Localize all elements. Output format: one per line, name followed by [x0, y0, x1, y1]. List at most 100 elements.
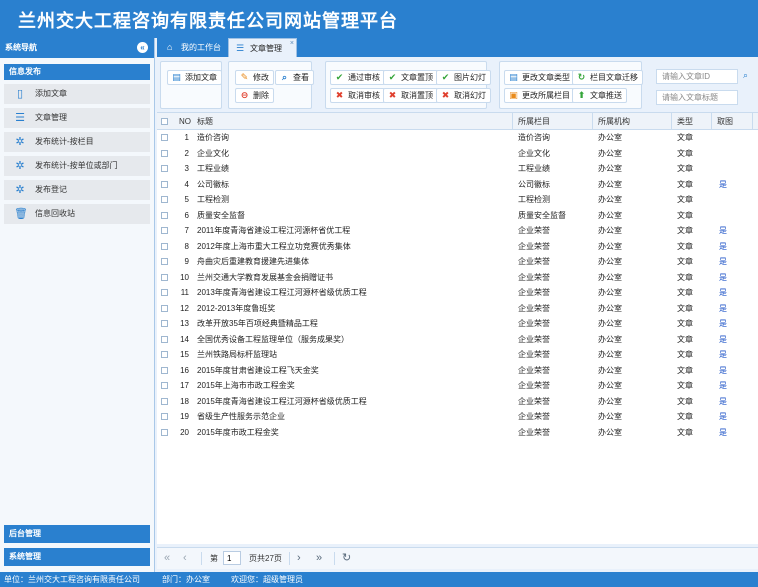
row-checkbox[interactable] — [161, 211, 168, 219]
change-column-button[interactable]: ▣ 更改所属栏目 — [504, 88, 575, 103]
row-checkbox[interactable] — [161, 227, 168, 234]
table-row[interactable]: 17 2015年上海市市政工程金奖 企业荣誉 办公室 文章 是 — [157, 378, 758, 394]
sidebar-group-info[interactable]: 信息发布 — [4, 64, 150, 80]
cell-no: 3 — [184, 164, 189, 173]
sidebar-item-label: 信息回收站 — [35, 209, 75, 218]
table-row[interactable]: 19 省级生产性服务示范企业 企业荣誉 办公室 文章 是 — [157, 409, 758, 425]
page-number-input[interactable] — [223, 551, 241, 565]
cell-image: 是 — [719, 350, 727, 359]
cell-image: 是 — [719, 241, 727, 251]
table-row[interactable]: 6 质量安全监督 质量安全监督 办公室 文章 — [157, 208, 758, 224]
row-checkbox[interactable] — [161, 428, 168, 436]
row-checkbox[interactable] — [161, 289, 168, 296]
last-page-icon[interactable]: » — [316, 552, 322, 565]
row-checkbox[interactable] — [161, 366, 168, 374]
cell-title: 兰州交通大学教育发展基金会捐赠证书 — [197, 272, 333, 282]
table-row[interactable]: 7 2011年度青海省建设工程江河源杯省优工程 企业荣誉 办公室 文章 是 — [157, 223, 758, 239]
row-checkbox[interactable] — [161, 242, 168, 250]
tab-article-manage[interactable]: ☰ 文章管理 × — [228, 38, 297, 57]
next-page-icon[interactable]: › — [297, 552, 301, 565]
cell-no: 2 — [184, 148, 189, 158]
sidebar: 系统导航 « 信息发布 ▯ 添加文章 ☰ 文章管理 ✲ 发布统计-按栏目 ✲ 发… — [0, 38, 155, 572]
cancel-slide-button[interactable]: ✖ 取消幻灯 — [436, 88, 491, 103]
row-checkbox[interactable] — [161, 196, 168, 203]
header-column[interactable]: 所属栏目 — [518, 113, 550, 129]
header-type[interactable]: 类型 — [677, 113, 693, 129]
table-row[interactable]: 8 2012年度上海市重大工程立功竞赛优秀集体 企业荣誉 办公室 文章 是 — [157, 239, 758, 255]
cell-column: 企业荣誉 — [518, 350, 550, 359]
edit-button[interactable]: ✎ 修改 — [235, 70, 274, 85]
row-checkbox[interactable] — [161, 258, 168, 265]
row-checkbox[interactable] — [161, 165, 168, 172]
search-id-input[interactable] — [656, 69, 738, 84]
sidebar-item-stats-column[interactable]: ✲ 发布统计-按栏目 — [4, 132, 150, 152]
select-all-checkbox[interactable] — [161, 118, 168, 125]
row-checkbox[interactable] — [161, 149, 168, 157]
table-row[interactable]: 4 公司徽标 公司徽标 办公室 文章 是 — [157, 177, 758, 193]
change-type-button[interactable]: ▤ 更改文章类型 — [504, 70, 575, 85]
cell-column: 企业荣誉 — [518, 396, 550, 406]
row-checkbox[interactable] — [161, 413, 168, 420]
table-row[interactable]: 3 工程业绩 工程业绩 办公室 文章 — [157, 161, 758, 177]
sidebar-item-recycle-bin[interactable]: 🗑 信息回收站 — [4, 204, 150, 224]
push-button[interactable]: ⬆ 文章推送 — [572, 88, 627, 103]
header-image[interactable]: 取图 — [717, 113, 733, 129]
cancel-top-button[interactable]: ✖ 取消置顶 — [383, 88, 438, 103]
row-checkbox[interactable] — [161, 134, 168, 141]
cell-image: 是 — [719, 396, 727, 406]
sidebar-item-stats-dept[interactable]: ✲ 发布统计-按单位或部门 — [4, 156, 150, 176]
row-checkbox[interactable] — [161, 273, 168, 281]
row-checkbox[interactable] — [161, 397, 168, 405]
table-row[interactable]: 1 造价咨询 造价咨询 办公室 文章 — [157, 130, 758, 146]
view-button[interactable]: ⌕ 查看 — [275, 70, 314, 85]
sidebar-group-backend[interactable]: 后台管理 — [4, 525, 150, 543]
cell-title: 2015年度青海省建设工程江河源杯省级优质工程 — [197, 396, 367, 406]
search-icon[interactable]: ⌕ — [743, 70, 748, 81]
table-row[interactable]: 20 2015年度市政工程金奖 企业荣誉 办公室 文章 是 — [157, 425, 758, 441]
table-row[interactable]: 13 改革开放35年百项经典暨精品工程 企业荣誉 办公室 文章 是 — [157, 316, 758, 332]
table-row[interactable]: 12 2012-2013年度鲁班奖 企业荣誉 办公室 文章 是 — [157, 301, 758, 317]
cell-title: 2012年度上海市重大工程立功竞赛优秀集体 — [197, 241, 351, 251]
row-checkbox[interactable] — [161, 335, 168, 343]
table-row[interactable]: 2 企业文化 企业文化 办公室 文章 — [157, 146, 758, 162]
close-icon[interactable]: × — [290, 34, 294, 53]
cancel-approve-button[interactable]: ✖ 取消审核 — [330, 88, 385, 103]
slide-button[interactable]: ✔ 图片幻灯 — [436, 70, 491, 85]
sidebar-item-add-article[interactable]: ▯ 添加文章 — [4, 84, 150, 104]
prev-page-icon[interactable]: ‹ — [183, 552, 187, 565]
cell-title: 改革开放35年百项经典暨精品工程 — [197, 319, 318, 328]
table-row[interactable]: 14 全国优秀设备工程监理单位（服务成果奖） 企业荣誉 办公室 文章 是 — [157, 332, 758, 348]
cell-no: 18 — [180, 396, 189, 406]
sidebar-group-system[interactable]: 系统管理 — [4, 548, 150, 566]
table-row[interactable]: 9 舟曲灾后重建教育援建先进集体 企业荣誉 办公室 文章 是 — [157, 254, 758, 270]
row-checkbox[interactable] — [161, 351, 168, 358]
row-checkbox[interactable] — [161, 382, 168, 389]
first-page-icon[interactable]: « — [164, 552, 170, 565]
sidebar-item-article-manage[interactable]: ☰ 文章管理 — [4, 108, 150, 128]
toolbar-group-status: ✔ 通过审核 ✔ 文章置顶 ✔ 图片幻灯 ✖ 取消审核 ✖ 取消置顶 ✖ 取消幻… — [325, 61, 491, 109]
delete-button[interactable]: ⊖ 删除 — [235, 88, 274, 103]
table-row[interactable]: 10 兰州交通大学教育发展基金会捐赠证书 企业荣誉 办公室 文章 是 — [157, 270, 758, 286]
toolbar: ▤ 添加文章 ✎ 修改 ⌕ 查看 ⊖ 删除 ✔ 通过审核 ✔ 文章置顶 ✔ 图片… — [157, 61, 758, 111]
table-row[interactable]: 15 兰州铁路局标杆监理站 企业荣誉 办公室 文章 是 — [157, 347, 758, 363]
search-title-input[interactable] — [656, 90, 738, 105]
table-row[interactable]: 11 2013年度青海省建设工程江河源杯省级优质工程 企业荣誉 办公室 文章 是 — [157, 285, 758, 301]
refresh-icon[interactable]: ↻ — [342, 552, 351, 565]
header-org[interactable]: 所属机构 — [598, 113, 630, 129]
header-title[interactable]: 标题 — [197, 113, 213, 129]
tab-workbench[interactable]: ⌂ 我的工作台 — [160, 38, 226, 57]
table-row[interactable]: 18 2015年度青海省建设工程江河源杯省级优质工程 企业荣誉 办公室 文章 是 — [157, 394, 758, 410]
row-checkbox[interactable] — [161, 180, 168, 188]
table-row[interactable]: 5 工程检测 工程检测 办公室 文章 — [157, 192, 758, 208]
migrate-button[interactable]: ↻ 栏目文章迁移 — [572, 70, 643, 85]
top-button[interactable]: ✔ 文章置顶 — [383, 70, 438, 85]
approve-button[interactable]: ✔ 通过审核 — [330, 70, 385, 85]
row-checkbox[interactable] — [161, 304, 168, 312]
cell-image: 是 — [719, 272, 727, 282]
collapse-icon[interactable]: « — [137, 42, 148, 53]
cell-image: 是 — [719, 427, 727, 437]
add-article-button[interactable]: ▤ 添加文章 — [167, 70, 222, 85]
row-checkbox[interactable] — [161, 320, 168, 327]
table-row[interactable]: 16 2015年度甘肃省建设工程飞天金奖 企业荣誉 办公室 文章 是 — [157, 363, 758, 379]
sidebar-item-publish-register[interactable]: ✲ 发布登记 — [4, 180, 150, 200]
